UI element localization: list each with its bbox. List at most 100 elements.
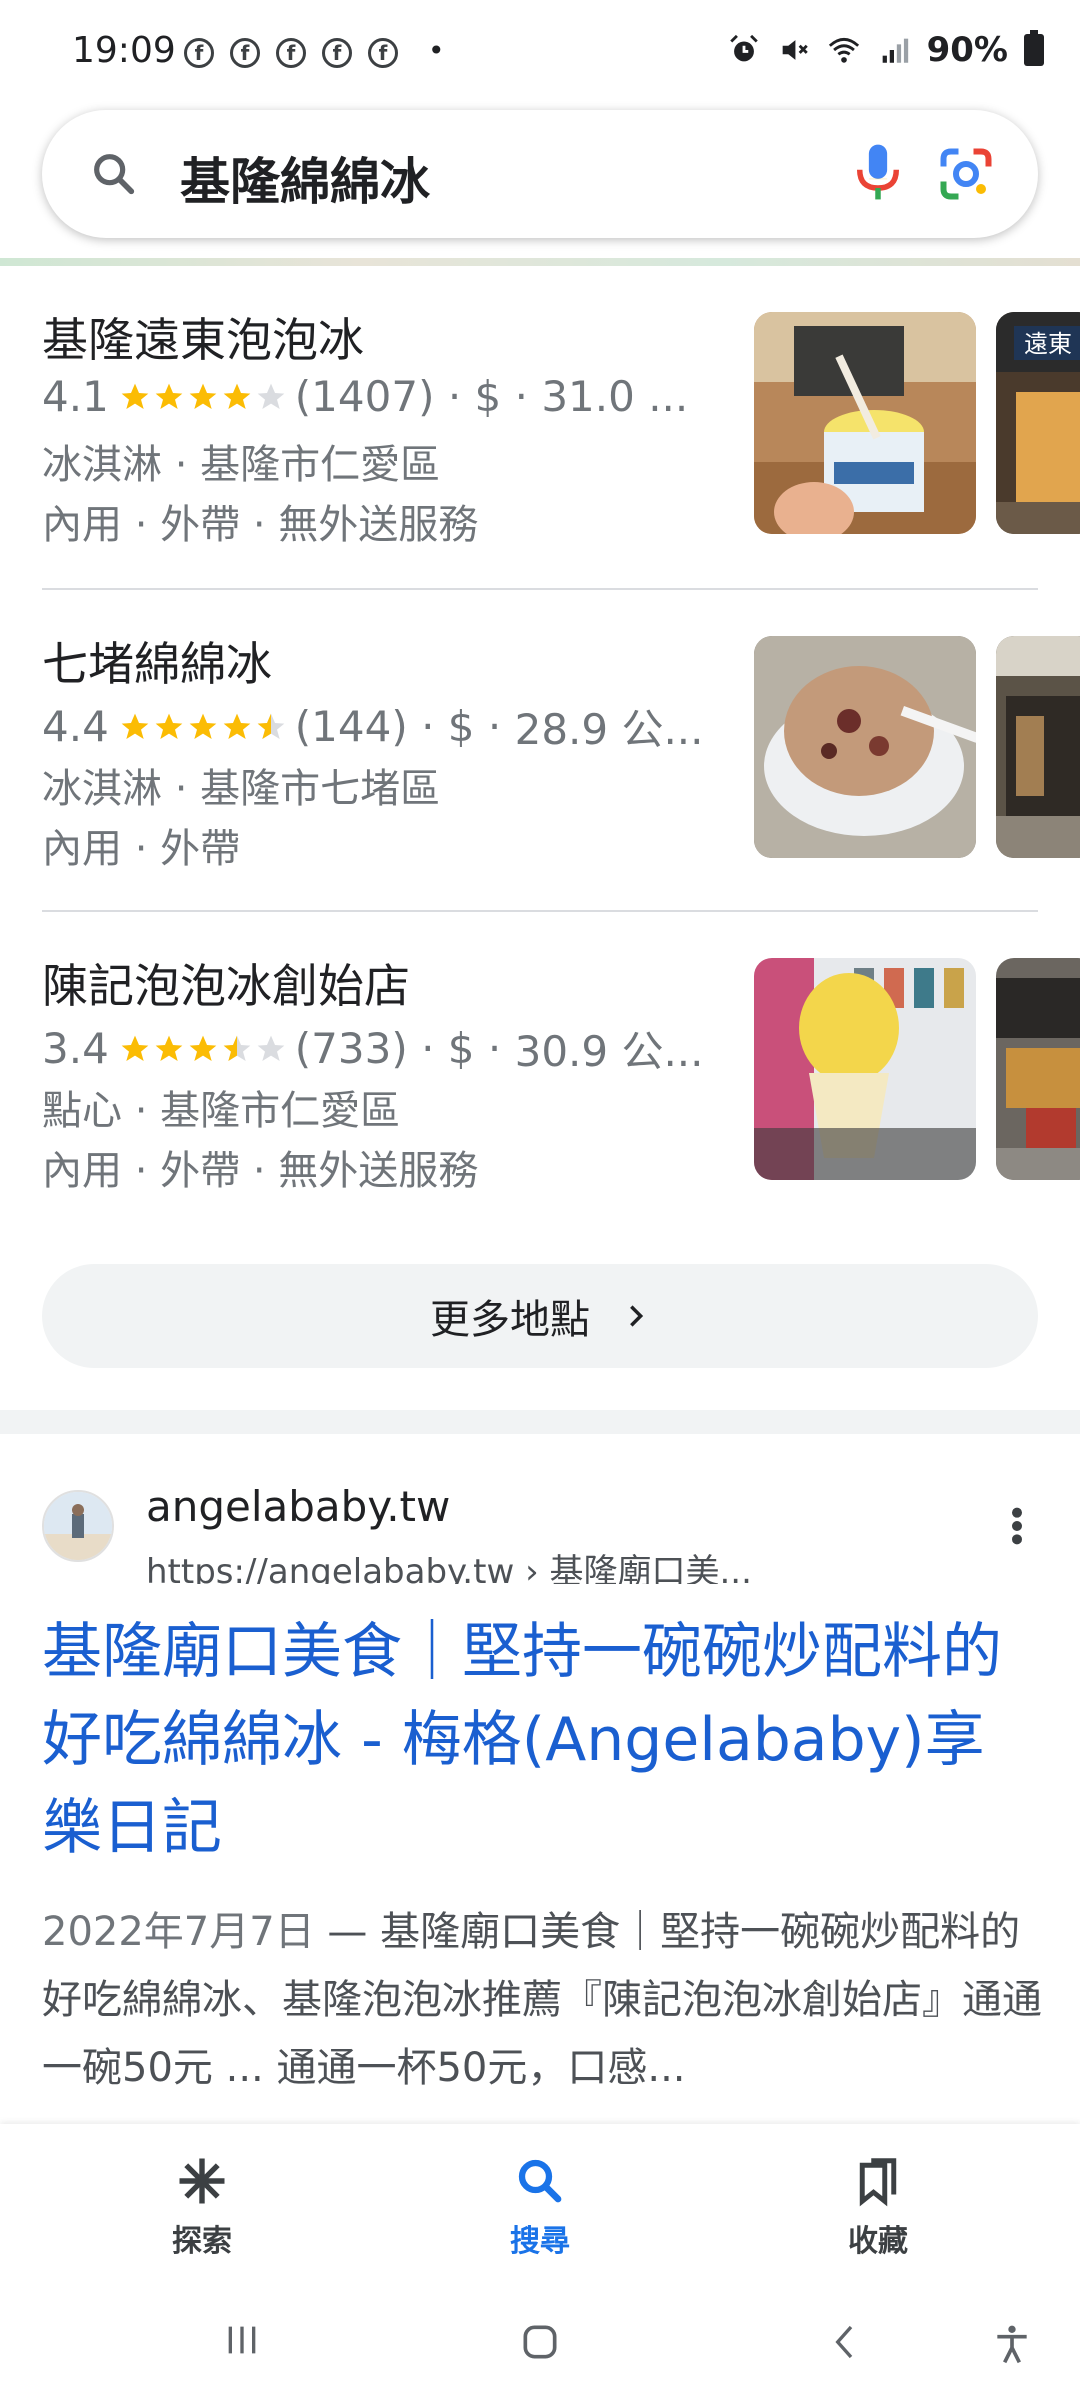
result-title-link[interactable]: 基隆廟口美食｜堅持一碗碗炒配料的好吃綿綿冰 - 梅格(Angelababy)享樂…	[42, 1608, 1042, 1872]
home-icon[interactable]	[518, 2320, 562, 2364]
price-level: $	[447, 702, 475, 751]
alarm-icon	[729, 34, 758, 62]
star-full-icon	[155, 383, 183, 409]
star-full-icon	[121, 383, 149, 409]
site-name: angelababy.tw	[146, 1482, 451, 1531]
search-bar[interactable]: 基隆綿綿冰	[42, 110, 1038, 238]
place-rating: 4.4	[42, 702, 109, 751]
star-rating	[119, 1033, 289, 1065]
search-icon	[94, 154, 135, 195]
signal-icon	[882, 38, 908, 63]
microphone-icon[interactable]	[850, 140, 906, 204]
more-options-icon[interactable]	[1010, 1506, 1024, 1546]
place-photo[interactable]	[996, 636, 1080, 858]
star-empty-icon	[257, 383, 285, 409]
more-places-label: 更多地點	[430, 1297, 590, 1343]
chevron-right-icon	[630, 1305, 644, 1327]
section-separator	[0, 1410, 1080, 1434]
facebook-notification-icon: f	[276, 38, 306, 68]
status-bar: 19:09 f f f f f • 90%	[0, 0, 1080, 100]
place-rating-row: 3.4 (733) · $ · 30.9 公...	[42, 1018, 704, 1079]
price-level: $	[447, 1024, 475, 1073]
star-full-icon	[223, 713, 251, 739]
wifi-icon	[828, 37, 859, 63]
category-area: 冰淇淋 · 基隆市七堵區	[42, 766, 441, 812]
more-notifications-dot: •	[428, 34, 445, 67]
star-full-icon	[189, 713, 217, 739]
place-photo[interactable]	[754, 312, 976, 534]
star-half-icon	[223, 1035, 251, 1061]
place-photo[interactable]	[754, 958, 976, 1180]
web-result[interactable]: angelababy.tw https://angelababy.tw › 基隆…	[0, 1434, 1080, 2134]
facebook-notification-icon: f	[230, 38, 260, 68]
star-full-icon	[155, 713, 183, 739]
place-rating-row: 4.1 (1407) · $ · 31.0 ...	[42, 372, 688, 421]
service-options: 內用 · 外帶	[42, 826, 241, 872]
star-full-icon	[223, 383, 251, 409]
separator: ·	[474, 702, 515, 751]
result-snippet: 2022年7月7日 — 基隆廟口美食｜堅持一碗碗炒配料的好吃綿綿冰、基隆泡泡冰推…	[42, 1898, 1042, 2102]
place-photo[interactable]	[996, 958, 1080, 1180]
battery-icon	[1024, 30, 1044, 66]
mute-icon	[782, 40, 808, 60]
star-empty-icon	[257, 1035, 285, 1061]
recent-apps-icon[interactable]	[220, 2320, 264, 2360]
place-name: 陳記泡泡冰創始店	[42, 959, 410, 1013]
separator: ·	[407, 1024, 448, 1073]
place-photo[interactable]	[754, 636, 976, 858]
separator: ·	[407, 702, 448, 751]
star-full-icon	[121, 1035, 149, 1061]
status-right: 90%	[727, 30, 1044, 70]
result-date: 2022年7月7日	[42, 1909, 315, 1955]
place-result[interactable]: 基隆遠東泡泡冰 4.1 (1407) · $ · 31.0 ... 冰淇淋 · …	[42, 266, 1080, 588]
map-preview-strip[interactable]	[0, 258, 1080, 266]
nav-saved[interactable]: 收藏	[788, 2154, 968, 2260]
bottom-navigation: 探索 搜尋 收藏	[0, 2124, 1080, 2280]
separator: ·	[501, 372, 542, 421]
star-rating	[119, 381, 289, 413]
separator: ·	[434, 372, 475, 421]
place-rating: 3.4	[42, 1024, 109, 1073]
place-name: 七堵綿綿冰	[42, 637, 272, 691]
nav-search[interactable]: 搜尋	[450, 2154, 630, 2260]
facebook-notification-icon: f	[322, 38, 352, 68]
google-lens-icon[interactable]	[936, 144, 996, 204]
asterisk-icon	[179, 2158, 225, 2204]
facebook-notification-icon: f	[368, 38, 398, 68]
star-full-icon	[121, 713, 149, 739]
more-places-button[interactable]: 更多地點	[42, 1264, 1038, 1368]
place-rating-row: 4.4 (144) · $ · 28.9 公...	[42, 696, 704, 757]
place-photo[interactable]: 遠東	[996, 312, 1080, 534]
star-full-icon	[189, 383, 217, 409]
place-result[interactable]: 陳記泡泡冰創始店 3.4 (733) · $ · 30.9 公... 點心 · …	[42, 912, 1080, 1234]
back-icon[interactable]	[826, 2320, 866, 2364]
nav-explore-label: 探索	[172, 2224, 232, 2259]
review-count: (1407)	[294, 372, 435, 421]
status-time: 19:09	[72, 30, 176, 71]
nav-explore[interactable]: 探索	[112, 2154, 292, 2260]
review-count: (144)	[294, 702, 408, 751]
facebook-notification-icon: f	[184, 38, 214, 68]
star-half-icon	[257, 713, 285, 739]
distance: 31.0 ...	[541, 372, 689, 421]
distance: 30.9 公...	[514, 1027, 704, 1076]
place-rating: 4.1	[42, 372, 109, 421]
nav-saved-label: 收藏	[848, 2224, 908, 2259]
storefront-sign: 遠東	[1024, 330, 1072, 358]
price-level: $	[474, 372, 502, 421]
distance: 28.9 公...	[514, 705, 704, 754]
place-result[interactable]: 七堵綿綿冰 4.4 (144) · $ · 28.9 公... 冰淇淋 · 基隆…	[42, 590, 1080, 912]
site-favicon-icon	[42, 1490, 114, 1562]
star-full-icon	[155, 1035, 183, 1061]
star-full-icon	[189, 1035, 217, 1061]
site-url: https://angelababy.tw › 基隆廟口美...	[146, 1552, 752, 1584]
category-area: 冰淇淋 · 基隆市仁愛區	[42, 442, 441, 488]
search-icon	[518, 2159, 562, 2203]
separator: ·	[474, 1024, 515, 1073]
service-options: 內用 · 外帶 · 無外送服務	[42, 502, 479, 548]
system-navigation-bar	[0, 2280, 1080, 2400]
place-name: 基隆遠東泡泡冰	[42, 313, 364, 367]
search-query[interactable]: 基隆綿綿冰	[180, 142, 430, 214]
accessibility-icon[interactable]	[990, 2320, 1034, 2368]
battery-percent: 90%	[926, 30, 1008, 70]
